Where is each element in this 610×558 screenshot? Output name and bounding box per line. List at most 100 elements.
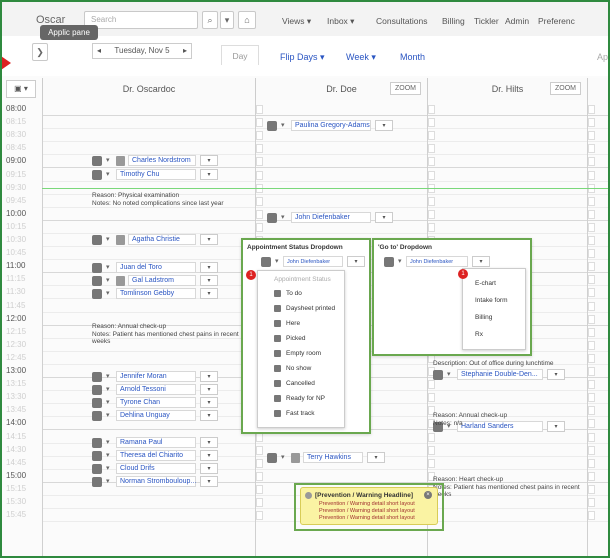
slot-handle[interactable] bbox=[588, 157, 595, 167]
patient-name-link[interactable]: Agatha Christie bbox=[128, 234, 196, 245]
checkbox-icon[interactable] bbox=[384, 257, 394, 267]
goto-dropdown-button[interactable]: ▾ bbox=[200, 155, 218, 167]
slot-handle[interactable] bbox=[428, 458, 435, 468]
slot-handle[interactable] bbox=[256, 209, 263, 219]
search-dropdown-icon[interactable]: ▾ bbox=[220, 11, 234, 29]
slot-handle[interactable] bbox=[588, 471, 595, 481]
time-slot-label[interactable]: 13:45 bbox=[2, 403, 42, 416]
time-slot-label[interactable]: 15:30 bbox=[2, 495, 42, 508]
checkbox-icon[interactable] bbox=[92, 289, 102, 300]
slot-handle[interactable] bbox=[588, 432, 595, 442]
time-slot-label[interactable]: 14:45 bbox=[2, 456, 42, 469]
checkbox-icon[interactable] bbox=[261, 257, 271, 267]
time-slot-label[interactable]: 11:15 bbox=[2, 272, 42, 285]
menu-admin[interactable]: Admin bbox=[505, 16, 529, 26]
time-slot-label[interactable]: 14:30 bbox=[2, 443, 42, 456]
slot-handle[interactable] bbox=[588, 262, 595, 272]
ap-link[interactable]: Ap bbox=[597, 52, 608, 62]
slot-handle[interactable] bbox=[588, 118, 595, 128]
chevron-down-icon[interactable]: ▾ bbox=[281, 453, 288, 463]
slot-handle[interactable] bbox=[256, 131, 263, 141]
goto-dropdown-button[interactable]: ▾ bbox=[200, 288, 218, 300]
status-option[interactable]: Fast track bbox=[258, 409, 344, 420]
goto-dropdown-button[interactable]: ▾ bbox=[367, 451, 385, 463]
patient-name-link[interactable]: Gal Ladstrom bbox=[128, 275, 196, 287]
chevron-down-icon[interactable]: ▾ bbox=[106, 372, 113, 382]
time-slot-label[interactable]: 12:15 bbox=[2, 325, 42, 338]
patient-name-link[interactable]: Arnold Tessoni bbox=[116, 384, 196, 396]
patient-name-link[interactable]: Paulina Gregory-Adams bbox=[291, 120, 371, 132]
time-slot-label[interactable]: 11:45 bbox=[2, 299, 42, 312]
time-slot-label[interactable]: 12:00 bbox=[2, 312, 42, 325]
slot-handle[interactable] bbox=[428, 196, 435, 206]
slot-handle[interactable] bbox=[588, 222, 595, 232]
checkbox-icon[interactable] bbox=[92, 263, 102, 274]
slot-handle[interactable] bbox=[588, 445, 595, 455]
slot-handle[interactable] bbox=[588, 484, 595, 494]
slot-handle[interactable] bbox=[256, 458, 263, 468]
chevron-down-icon[interactable]: ▾ bbox=[281, 213, 288, 223]
patient-name-link[interactable]: Juan del Toro bbox=[116, 262, 196, 274]
checkbox-icon[interactable] bbox=[92, 372, 102, 382]
time-slot-label[interactable]: 13:15 bbox=[2, 377, 42, 390]
time-slot-label[interactable]: 10:45 bbox=[2, 246, 42, 259]
goto-option[interactable]: Rx bbox=[463, 330, 525, 341]
checkbox-icon[interactable] bbox=[267, 452, 277, 463]
goto-dropdown-button[interactable]: ▾ bbox=[200, 262, 218, 274]
goto-dropdown-button[interactable]: ▾ bbox=[375, 120, 393, 132]
chevron-down-icon[interactable]: ▾ bbox=[106, 385, 113, 395]
patient-name-link[interactable]: Timothy Chu bbox=[116, 168, 196, 180]
patient-name-link[interactable]: Terry Hawkins bbox=[303, 451, 363, 463]
patient-flag-icon[interactable] bbox=[116, 276, 125, 287]
slot-handle[interactable] bbox=[428, 144, 435, 154]
goto-dropdown-button[interactable]: ▾ bbox=[347, 256, 365, 267]
chevron-down-icon[interactable]: ▾ bbox=[106, 289, 113, 299]
slot-handle[interactable] bbox=[256, 471, 263, 481]
time-slot-label[interactable]: 12:45 bbox=[2, 351, 42, 364]
slot-handle[interactable] bbox=[588, 144, 595, 154]
chevron-down-icon[interactable]: ▾ bbox=[106, 263, 113, 273]
menu-views[interactable]: Views ▾ bbox=[282, 16, 311, 27]
patient-name-link[interactable]: Charles Nordstrom bbox=[128, 155, 196, 167]
month-link[interactable]: Month bbox=[400, 52, 425, 62]
tab-day[interactable]: Day bbox=[221, 45, 259, 65]
chevron-down-icon[interactable]: ▾ bbox=[106, 398, 113, 408]
slot-handle[interactable] bbox=[428, 105, 435, 114]
slot-handle[interactable] bbox=[428, 118, 435, 128]
slot-handle[interactable] bbox=[588, 498, 595, 507]
time-slot-label[interactable]: 08:15 bbox=[2, 115, 42, 128]
time-slot-label[interactable]: 10:15 bbox=[2, 220, 42, 233]
patient-flag-icon[interactable] bbox=[291, 452, 300, 463]
slot-handle[interactable] bbox=[588, 406, 595, 416]
slot-handle[interactable] bbox=[588, 209, 595, 219]
menu-tickler[interactable]: Tickler bbox=[474, 16, 499, 26]
checkbox-icon[interactable] bbox=[433, 370, 443, 380]
slot-handle[interactable] bbox=[588, 314, 595, 324]
patient-flag-icon[interactable] bbox=[116, 235, 125, 245]
slot-handle[interactable] bbox=[588, 301, 595, 311]
time-slot-label[interactable]: 10:00 bbox=[2, 207, 42, 220]
goto-dropdown-button[interactable]: ▾ bbox=[200, 449, 218, 461]
goto-dropdown-button[interactable]: ▾ bbox=[200, 475, 218, 487]
slot-handle[interactable] bbox=[588, 275, 595, 285]
patient-name[interactable]: John Diefenbaker bbox=[406, 256, 468, 267]
slot-handle[interactable] bbox=[256, 511, 263, 521]
slot-handle[interactable] bbox=[588, 105, 595, 114]
slot-handle[interactable] bbox=[588, 393, 595, 403]
date-picker[interactable]: ◂ Tuesday, Nov 5 ▸ bbox=[92, 43, 192, 59]
goto-option[interactable]: Billing bbox=[463, 313, 525, 324]
slot-handle[interactable] bbox=[256, 170, 263, 180]
time-slot-label[interactable]: 15:45 bbox=[2, 508, 42, 521]
slot-handle[interactable] bbox=[588, 288, 595, 298]
status-option[interactable]: To do bbox=[258, 289, 344, 300]
slot-handle[interactable] bbox=[428, 170, 435, 180]
chevron-down-icon[interactable]: ▾ bbox=[281, 121, 288, 131]
checkbox-icon[interactable] bbox=[92, 276, 102, 287]
slot-handle[interactable] bbox=[588, 340, 595, 350]
chevron-down-icon[interactable]: ▾ bbox=[447, 370, 454, 380]
checkbox-icon[interactable] bbox=[267, 121, 277, 132]
patient-name-link[interactable]: Theresa del Chiarito bbox=[116, 449, 196, 461]
chevron-down-icon[interactable]: ▾ bbox=[106, 451, 113, 461]
time-slot-label[interactable]: 15:00 bbox=[2, 469, 42, 482]
chevron-down-icon[interactable]: ▾ bbox=[398, 257, 405, 267]
